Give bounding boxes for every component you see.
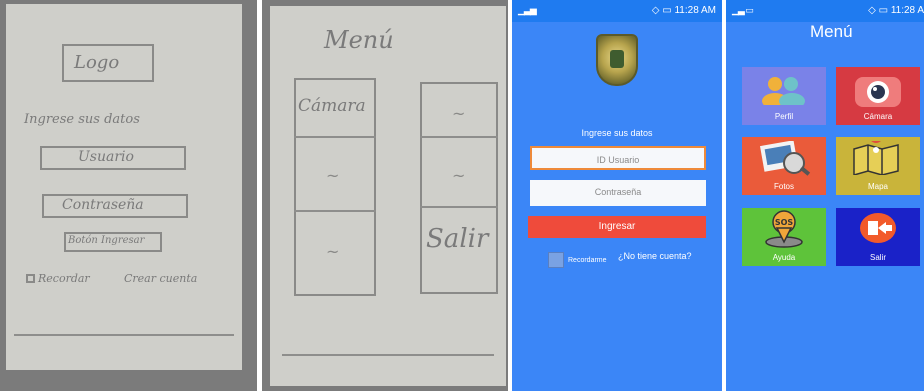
password-input[interactable]: Contraseña (530, 180, 706, 206)
camera-icon (855, 77, 901, 107)
sketch-divider (294, 136, 376, 138)
sketch-squiggle: ~ (452, 104, 466, 123)
tile-label: Mapa (867, 182, 888, 191)
sketch-divider (420, 206, 498, 208)
sketch-menu-title: Menú (324, 26, 394, 54)
tile-camara[interactable]: Cámara (836, 67, 920, 125)
remember-checkbox[interactable] (548, 252, 564, 268)
sketch-password-field: Contraseña (62, 197, 144, 213)
status-bar: ▁▃ ▭ ◇ ▭ 11:28 A (726, 0, 924, 22)
wifi-icon: ◇ ▭ (868, 5, 891, 16)
crest-logo (596, 34, 638, 86)
sketch-menu-panel: Menú Cámara ~ ~ ~ ~ Salir (262, 0, 508, 391)
users-icon (762, 77, 805, 105)
signal-icon: ▁▃▅ (518, 5, 537, 15)
paper-sheet: Menú Cámara ~ ~ ~ ~ Salir (270, 6, 506, 386)
tile-label: Perfil (774, 112, 794, 121)
status-right: ◇ ▭ 11:28 AM (652, 5, 716, 16)
sketch-bottom-line (14, 334, 234, 336)
tile-ayuda[interactable]: SOS Ayuda (742, 208, 826, 266)
tile-salir[interactable]: Salir (836, 208, 920, 266)
sketch-submit: Botón Ingresar (68, 235, 145, 246)
remember-label: Recordarme (568, 257, 607, 264)
sketch-squiggle: ~ (452, 166, 466, 185)
sketch-squiggle: ~ (326, 166, 340, 185)
tile-label: Ayuda (772, 253, 796, 262)
svg-text:SOS: SOS (775, 218, 794, 227)
sketch-create-account: Crear cuenta (124, 272, 198, 285)
tile-mapa[interactable]: Mapa (836, 137, 920, 195)
status-time: 11:28 A (890, 5, 924, 16)
no-account-link[interactable]: ¿No tiene cuenta? (618, 251, 692, 261)
tile-fotos[interactable]: Fotos (742, 137, 826, 195)
tile-label: Fotos (773, 182, 794, 191)
sketch-user-field: Usuario (78, 149, 134, 165)
tile-label: Salir (869, 253, 886, 262)
sketch-squiggle: ~ (326, 242, 340, 261)
sos-icon: SOS (765, 210, 803, 248)
login-prompt: Ingrese sus datos (581, 128, 653, 138)
map-icon (853, 141, 899, 175)
sketch-exit: Salir (426, 224, 489, 254)
sketch-remember: Recordar (38, 272, 90, 285)
paper-sheet: Logo Ingrese sus datos Usuario Contraseñ… (6, 4, 242, 370)
sketch-checkbox (26, 274, 35, 283)
menu-screen: ▁▃ ▭ ◇ ▭ 11:28 A Menú Perfil Cámara Foto… (726, 0, 924, 391)
status-right: ◇ ▭ 11:28 A (868, 5, 924, 16)
status-time: 11:28 AM (674, 5, 716, 16)
photos-icon (760, 141, 811, 176)
sketch-login-panel: Logo Ingrese sus datos Usuario Contraseñ… (0, 0, 257, 391)
login-screen: ▁▃▅ ◇ ▭ 11:28 AM Ingrese sus datos ID Us… (512, 0, 722, 391)
signal-icon: ▁▃ ▭ (732, 5, 754, 15)
sketch-divider (294, 210, 376, 212)
sketch-prompt: Ingrese sus datos (24, 112, 140, 127)
status-bar: ▁▃▅ ◇ ▭ 11:28 AM (512, 0, 722, 22)
exit-icon (860, 213, 896, 243)
menu-title: Menú (810, 22, 853, 41)
login-button[interactable]: Ingresar (528, 216, 706, 238)
wifi-icon: ◇ ▭ (651, 5, 675, 16)
tile-perfil[interactable]: Perfil (742, 67, 826, 125)
sketch-logo: Logo (74, 52, 120, 73)
user-id-input[interactable]: ID Usuario (530, 146, 706, 170)
sketch-bottom-line (282, 354, 494, 356)
sketch-camera: Cámara (298, 96, 366, 116)
tile-label: Cámara (863, 112, 893, 121)
sketch-divider (420, 136, 498, 138)
